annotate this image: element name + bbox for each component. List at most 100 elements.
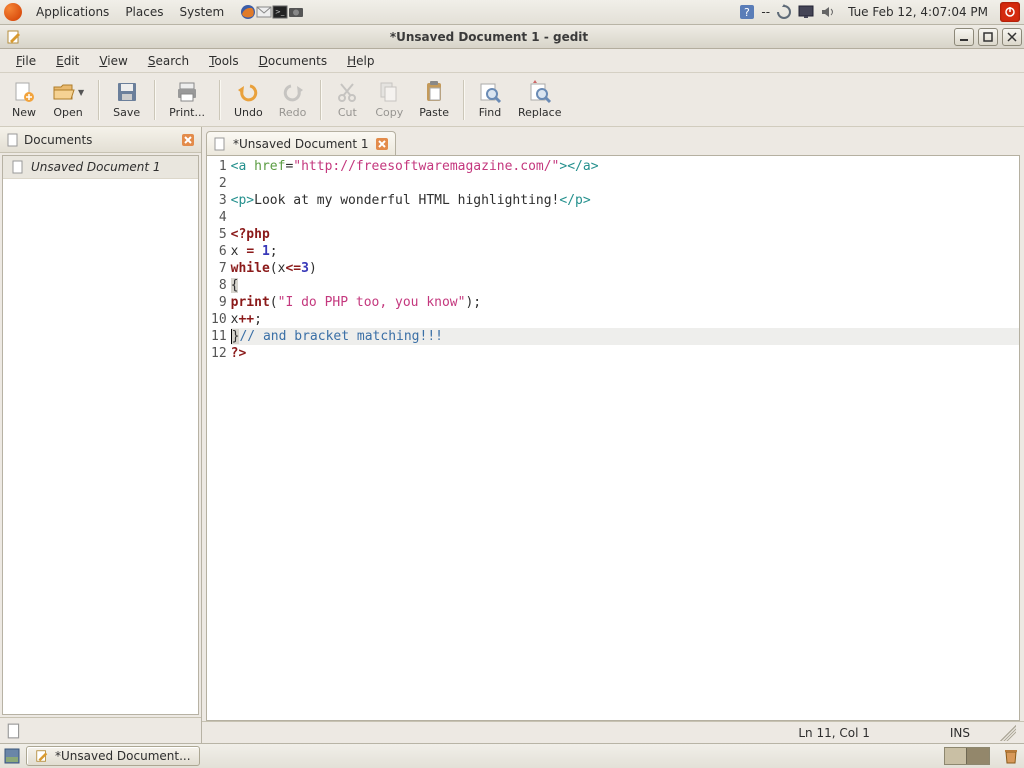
maximize-button[interactable] bbox=[978, 28, 998, 46]
cut-label: Cut bbox=[338, 106, 357, 119]
firefox-icon[interactable] bbox=[240, 4, 256, 20]
toolbar: New ▼ Open Save Print... Undo Redo bbox=[0, 73, 1024, 127]
save-button[interactable]: Save bbox=[105, 78, 148, 121]
document-icon bbox=[6, 133, 20, 147]
cursor-position: Ln 11, Col 1 bbox=[798, 726, 870, 740]
close-tab-icon[interactable] bbox=[375, 137, 389, 151]
volume-icon[interactable] bbox=[820, 4, 836, 20]
undo-arrow-icon bbox=[236, 80, 260, 104]
taskbar-button-gedit[interactable]: *Unsaved Document... bbox=[26, 746, 200, 766]
replace-label: Replace bbox=[518, 106, 562, 119]
menubar: File Edit View Search Tools Documents He… bbox=[0, 49, 1024, 73]
side-panel-header: Documents bbox=[0, 127, 201, 153]
magnifier-icon bbox=[478, 80, 502, 104]
cut-button: Cut bbox=[327, 78, 367, 121]
redo-button: Redo bbox=[271, 78, 315, 121]
code-content[interactable]: <a href="http://freesoftwaremagazine.com… bbox=[231, 156, 1019, 720]
menu-tools[interactable]: Tools bbox=[199, 52, 249, 70]
gedit-app-icon bbox=[35, 749, 49, 763]
workspace-1[interactable] bbox=[945, 748, 967, 764]
separator bbox=[463, 80, 464, 120]
insert-mode: INS bbox=[950, 726, 970, 740]
screenshot-icon[interactable] bbox=[288, 4, 304, 20]
undo-button[interactable]: Undo bbox=[226, 78, 271, 121]
minimize-button[interactable] bbox=[954, 28, 974, 46]
new-label: New bbox=[12, 106, 36, 119]
ubuntu-logo-icon[interactable] bbox=[4, 3, 22, 21]
titlebar[interactable]: *Unsaved Document 1 - gedit bbox=[0, 25, 1024, 49]
menu-documents[interactable]: Documents bbox=[249, 52, 337, 70]
document-icon[interactable] bbox=[6, 723, 22, 739]
svg-text:?: ? bbox=[744, 6, 750, 19]
tab-bar: *Unsaved Document 1 bbox=[202, 127, 1024, 155]
editor-area: *Unsaved Document 1 123456 789101112 <a … bbox=[202, 127, 1024, 743]
status-bar: Ln 11, Col 1 INS bbox=[202, 721, 1024, 743]
print-button[interactable]: Print... bbox=[161, 78, 213, 121]
line-number-gutter: 123456 789101112 bbox=[207, 156, 231, 720]
close-button[interactable] bbox=[1002, 28, 1022, 46]
replace-button[interactable]: Replace bbox=[510, 78, 570, 121]
open-folder-icon bbox=[52, 80, 76, 104]
find-button[interactable]: Find bbox=[470, 78, 510, 121]
gnome-top-panel: Applications Places System >_ ? -- Tue F… bbox=[0, 0, 1024, 25]
redo-arrow-icon bbox=[281, 80, 305, 104]
menu-view[interactable]: View bbox=[89, 52, 137, 70]
monitor-icon[interactable] bbox=[798, 4, 814, 20]
separator bbox=[219, 80, 220, 120]
menu-edit[interactable]: Edit bbox=[46, 52, 89, 70]
svg-text:>_: >_ bbox=[275, 8, 285, 16]
menu-file[interactable]: File bbox=[6, 52, 46, 70]
new-button[interactable]: New bbox=[4, 78, 44, 121]
tab-label: *Unsaved Document 1 bbox=[233, 137, 369, 151]
printer-icon bbox=[175, 80, 199, 104]
copy-icon bbox=[377, 80, 401, 104]
copy-button: Copy bbox=[367, 78, 411, 121]
battery-status: -- bbox=[761, 5, 770, 19]
workspace-2[interactable] bbox=[967, 748, 989, 764]
list-item-label: Unsaved Document 1 bbox=[31, 160, 161, 174]
find-label: Find bbox=[479, 106, 502, 119]
print-label: Print... bbox=[169, 106, 205, 119]
gedit-window: *Unsaved Document 1 - gedit File Edit Vi… bbox=[0, 25, 1024, 743]
close-panel-icon[interactable] bbox=[181, 133, 195, 147]
gedit-app-icon bbox=[6, 29, 22, 45]
system-menu[interactable]: System bbox=[171, 5, 232, 19]
window-title: *Unsaved Document 1 - gedit bbox=[26, 30, 952, 44]
help-icon[interactable]: ? bbox=[739, 4, 755, 20]
refresh-icon[interactable] bbox=[776, 4, 792, 20]
power-button[interactable] bbox=[1000, 2, 1020, 22]
show-desktop-icon[interactable] bbox=[4, 748, 20, 764]
terminal-icon[interactable]: >_ bbox=[272, 4, 288, 20]
clipboard-icon bbox=[422, 80, 446, 104]
paste-button[interactable]: Paste bbox=[411, 78, 457, 121]
documents-list[interactable]: Unsaved Document 1 bbox=[2, 155, 199, 715]
save-label: Save bbox=[113, 106, 140, 119]
redo-label: Redo bbox=[279, 106, 307, 119]
taskbar-label: *Unsaved Document... bbox=[55, 749, 191, 763]
paste-label: Paste bbox=[419, 106, 449, 119]
applications-menu[interactable]: Applications bbox=[28, 5, 117, 19]
resize-grip-icon[interactable] bbox=[1000, 725, 1016, 741]
document-tab[interactable]: *Unsaved Document 1 bbox=[206, 131, 396, 155]
chevron-down-icon[interactable]: ▼ bbox=[78, 88, 84, 97]
text-editor[interactable]: 123456 789101112 <a href="http://freesof… bbox=[206, 155, 1020, 721]
document-icon bbox=[11, 160, 25, 174]
undo-label: Undo bbox=[234, 106, 263, 119]
menu-help[interactable]: Help bbox=[337, 52, 384, 70]
magnifier-replace-icon bbox=[528, 80, 552, 104]
documents-side-panel: Documents Unsaved Document 1 bbox=[0, 127, 202, 743]
evolution-icon[interactable] bbox=[256, 4, 272, 20]
trash-icon[interactable] bbox=[1002, 747, 1020, 765]
clock[interactable]: Tue Feb 12, 4:07:04 PM bbox=[842, 5, 994, 19]
copy-label: Copy bbox=[375, 106, 403, 119]
side-panel-title: Documents bbox=[24, 133, 181, 147]
places-menu[interactable]: Places bbox=[117, 5, 171, 19]
new-doc-icon bbox=[12, 80, 36, 104]
menu-search[interactable]: Search bbox=[138, 52, 199, 70]
separator bbox=[98, 80, 99, 120]
workspace-switcher[interactable] bbox=[944, 747, 990, 765]
list-item[interactable]: Unsaved Document 1 bbox=[3, 156, 198, 179]
document-icon bbox=[213, 137, 227, 151]
open-button[interactable]: ▼ Open bbox=[44, 78, 92, 121]
save-floppy-icon bbox=[115, 80, 139, 104]
